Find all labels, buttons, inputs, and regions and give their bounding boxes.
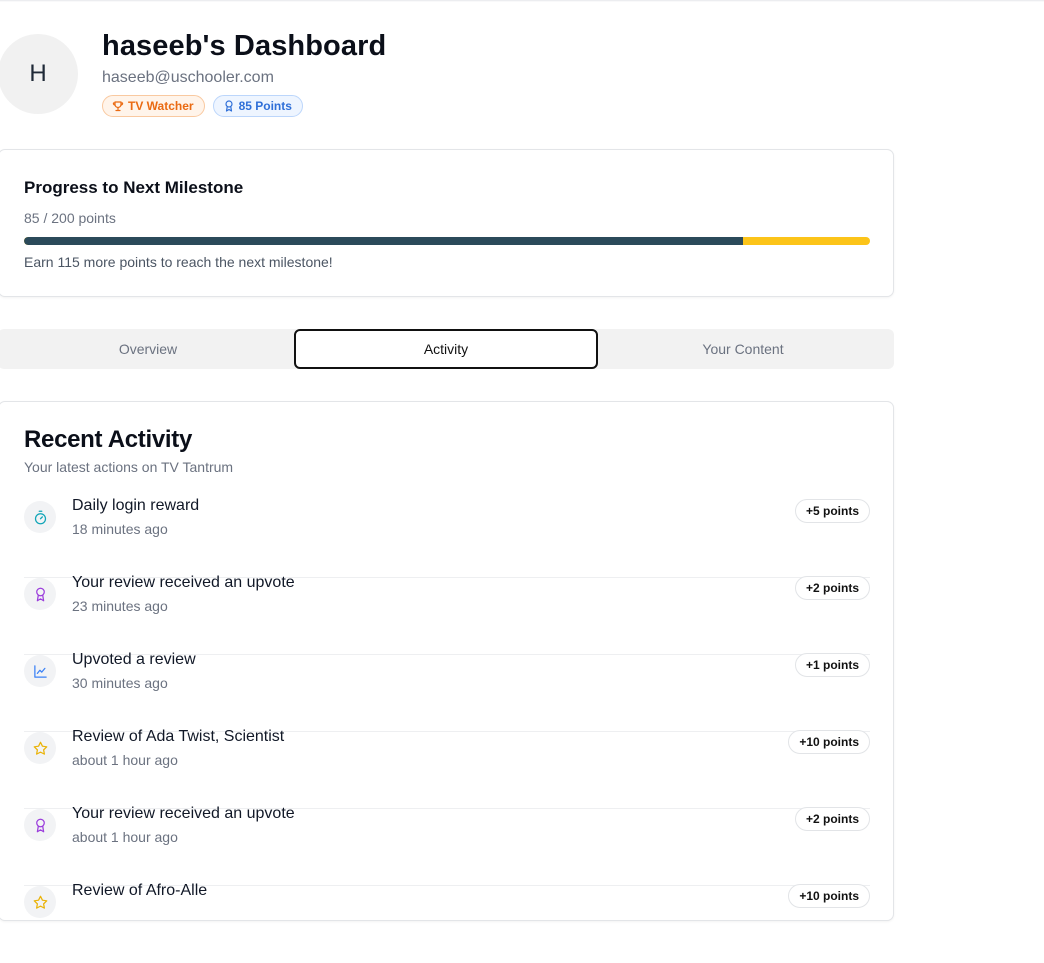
progress-card: Progress to Next Milestone 85 / 200 poin… [0,149,894,297]
top-edge [0,0,1044,2]
activity-icon-wrap [24,501,56,533]
activity-row: Your review received an upvote about 1 h… [24,805,870,886]
activity-subtitle: Your latest actions on TV Tantrum [24,459,234,475]
progress-title: Progress to Next Milestone [24,178,244,197]
activity-icon-wrap [24,578,56,610]
activity-icon-wrap [24,886,56,918]
page-title: haseeb's Dashboard [102,30,387,62]
activity-time: about 1 hour ago [72,752,178,768]
activity-icon-wrap [24,655,56,687]
activity-row: Review of Ada Twist, Scientist about 1 h… [24,728,870,809]
points-pill: +1 points [794,653,870,677]
progress-note: Earn 115 more points to reach the next m… [24,254,333,270]
progress-bar-fill [24,237,744,245]
tv-watcher-badge: TV Watcher [102,95,205,117]
activity-title-text: Review of Ada Twist, Scientist [72,728,285,745]
activity-time: 18 minutes ago [72,521,168,537]
progress-bar [24,237,870,245]
trend-chart-icon [33,664,47,678]
activity-title-text: Your review received an upvote [72,574,295,591]
activity-time: 23 minutes ago [72,598,168,614]
badge-label: TV Watcher [128,99,194,113]
activity-row: Upvoted a review 30 minutes ago +1 point… [24,651,870,732]
tab-bar: Overview Activity Your Content [0,329,894,369]
badge-label: 85 Points [238,99,292,113]
avatar: H [0,34,78,114]
award-icon [224,100,233,112]
tab-activity[interactable]: Activity [294,329,598,369]
points-badge: 85 Points [212,95,303,117]
trophy-icon [112,101,124,112]
activity-time: 30 minutes ago [72,675,168,691]
activity-title-text: Daily login reward [72,497,200,514]
user-email: haseeb@uschooler.com [102,69,274,86]
activity-row: Your review received an upvote 23 minute… [24,574,870,655]
activity-title: Recent Activity [24,426,193,453]
tab-overview[interactable]: Overview [0,329,296,369]
activity-title-text: Review of Afro-Alle [72,882,208,899]
points-pill: +2 points [794,576,870,600]
activity-icon-wrap [24,809,56,841]
points-pill: +10 points [788,884,870,908]
award-icon [35,818,45,832]
points-pill: +5 points [794,499,870,523]
star-icon [33,741,47,755]
star-icon [33,895,47,909]
activity-icon-wrap [24,732,56,764]
avatar-initial: H [29,60,47,87]
timer-icon [34,510,46,524]
points-pill: +2 points [794,807,870,831]
award-icon [35,587,45,601]
activity-card: Recent Activity Your latest actions on T… [0,401,894,921]
points-pill: +10 points [788,730,870,754]
activity-row: Review of Afro-Alle +10 points [24,882,870,963]
tab-your-content[interactable]: Your Content [598,329,888,369]
activity-title-text: Upvoted a review [72,651,196,668]
progress-points: 85 / 200 points [24,210,116,226]
activity-row: Daily login reward 18 minutes ago +5 poi… [24,497,870,578]
activity-time: about 1 hour ago [72,829,178,845]
activity-title-text: Your review received an upvote [72,805,295,822]
badge-list: TV Watcher 85 Points [102,95,303,117]
